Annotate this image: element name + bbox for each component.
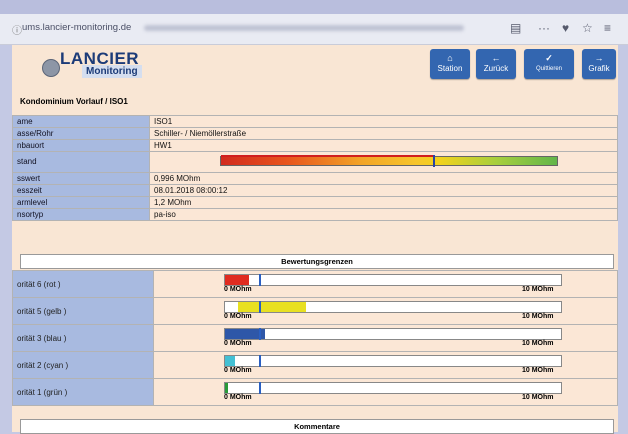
- browser-address-bar[interactable]: ⓘ ums.lancier-monitoring.de ▤ ··· ♥ ☆ ≡: [0, 14, 628, 45]
- back-button-label: Zurück: [483, 64, 509, 73]
- priority-fill: [225, 275, 249, 285]
- gauge-max-label: 10 MOhm: [522, 313, 554, 320]
- zustand-cell: [149, 151, 618, 173]
- logo-circle-icon: [42, 59, 60, 77]
- gauge-max-label: 10 MOhm: [522, 340, 554, 347]
- priority-row: orität 3 (blau ) 0 MOhm 10 MOhm: [12, 324, 618, 352]
- priority-label: orität 3 (blau ): [12, 324, 154, 352]
- priority-row: orität 6 (rot ) 0 MOhm 10 MOhm: [12, 270, 618, 298]
- info-key: nbauort: [12, 139, 150, 152]
- info-key: nsortyp: [12, 208, 150, 221]
- home-icon: ⌂: [447, 53, 453, 63]
- priority-fill: [225, 356, 236, 366]
- table-row: nbauort HW1: [12, 139, 618, 152]
- arrow-right-icon: →: [594, 53, 604, 63]
- gauge-max-label: 10 MOhm: [522, 367, 554, 374]
- info-key: sswert: [12, 172, 150, 185]
- gauge-max-label: 10 MOhm: [522, 286, 554, 293]
- table-row: ame ISO1: [12, 115, 618, 128]
- priority-gauge: [224, 328, 562, 340]
- table-row: stand: [12, 151, 618, 173]
- info-key: ame: [12, 115, 150, 128]
- check-icon: ✓: [545, 53, 553, 63]
- priority-label: orität 1 (grün ): [12, 378, 154, 406]
- table-row: esszeit 08.01.2018 08:00:12: [12, 184, 618, 197]
- zustand-marker: [432, 155, 435, 167]
- limits-section-header: Bewertungsgrenzen: [20, 254, 614, 269]
- priority-row: orität 5 (gelb ) 0 MOhm 10 MOhm: [12, 297, 618, 325]
- info-value: 08.01.2018 08:00:12: [149, 184, 618, 197]
- gauge-marker: [259, 382, 261, 394]
- graph-button[interactable]: → Grafik: [582, 49, 616, 79]
- info-value: ISO1: [149, 115, 618, 128]
- gauge-min-label: 0 MOhm: [224, 340, 252, 347]
- priority-fill: [225, 383, 229, 393]
- priority-gauge-cell: 0 MOhm 10 MOhm: [153, 270, 618, 298]
- info-table: ame ISO1 asse/Rohr Schiller- / Niemöllerst…: [12, 115, 618, 221]
- priority-row: orität 1 (grün ) 0 MOhm 10 MOhm: [12, 378, 618, 406]
- browser-top-strip: [0, 0, 628, 14]
- gauge-marker: [259, 355, 261, 367]
- zustand-gauge: [220, 155, 558, 167]
- acknowledge-button-label: Quittieren: [535, 66, 562, 72]
- gauge-min-label: 0 MOhm: [224, 367, 252, 374]
- table-row: asse/Rohr Schiller- / Niemöllerstraße: [12, 127, 618, 140]
- breadcrumb: Kondominium Vorlauf / ISO1: [20, 97, 128, 106]
- priority-gauge-cell: 0 MOhm 10 MOhm: [153, 297, 618, 325]
- page-content: LANCIER Monitoring ⌂ Station ← Zurück ✓ …: [12, 45, 618, 434]
- lancier-logo: LANCIER Monitoring: [42, 49, 172, 80]
- gauge-max-label: 10 MOhm: [522, 394, 554, 401]
- url-text[interactable]: ums.lancier-monitoring.de: [22, 22, 131, 33]
- table-row: armlevel 1,2 MOhm: [12, 196, 618, 209]
- table-row: nsortyp pa-iso: [12, 208, 618, 221]
- arrow-left-icon: ←: [491, 53, 501, 63]
- priority-row: orität 2 (cyan ) 0 MOhm 10 MOhm: [12, 351, 618, 379]
- priority-gauge: [224, 274, 562, 286]
- info-key: esszeit: [12, 184, 150, 197]
- more-icon[interactable]: ···: [538, 21, 550, 35]
- priority-gauge: [224, 382, 562, 394]
- priority-label: orität 6 (rot ): [12, 270, 154, 298]
- gauge-min-label: 0 MOhm: [224, 394, 252, 401]
- gauge-min-label: 0 MOhm: [224, 286, 252, 293]
- acknowledge-button[interactable]: ✓ Quittieren: [524, 49, 574, 79]
- priority-gauge: [224, 355, 562, 367]
- priority-gauge: [224, 301, 562, 313]
- gauge-marker: [259, 274, 261, 286]
- pocket-icon[interactable]: ♥: [562, 21, 569, 35]
- station-button[interactable]: ⌂ Station: [430, 49, 470, 79]
- info-key: stand: [12, 151, 150, 173]
- priority-table: orität 6 (rot ) 0 MOhm 10 MOhm orität 5 …: [12, 270, 618, 406]
- info-value: HW1: [149, 139, 618, 152]
- gauge-min-label: 0 MOhm: [224, 313, 252, 320]
- info-value: Schiller- / Niemöllerstraße: [149, 127, 618, 140]
- page-info-icon[interactable]: ⓘ: [12, 22, 22, 37]
- info-value: 1,2 MOhm: [149, 196, 618, 209]
- station-button-label: Station: [437, 64, 463, 73]
- priority-label: orität 2 (cyan ): [12, 351, 154, 379]
- info-key: asse/Rohr: [12, 127, 150, 140]
- priority-gauge-cell: 0 MOhm 10 MOhm: [153, 324, 618, 352]
- menu-icon[interactable]: ≡: [604, 21, 611, 35]
- bookmark-star-icon[interactable]: ☆: [582, 21, 593, 35]
- graph-button-label: Grafik: [588, 64, 610, 73]
- back-button[interactable]: ← Zurück: [476, 49, 516, 79]
- info-key: armlevel: [12, 196, 150, 209]
- table-row: sswert 0,996 MOhm: [12, 172, 618, 185]
- logo-subtitle: Monitoring: [82, 65, 142, 78]
- gauge-marker: [259, 301, 261, 313]
- info-value: pa-iso: [149, 208, 618, 221]
- zustand-level-line: [221, 155, 433, 157]
- priority-gauge-cell: 0 MOhm 10 MOhm: [153, 378, 618, 406]
- gauge-marker: [259, 328, 261, 340]
- reader-view-icon[interactable]: ▤: [510, 21, 521, 35]
- priority-label: orität 5 (gelb ): [12, 297, 154, 325]
- info-value: 0,996 MOhm: [149, 172, 618, 185]
- priority-gauge-cell: 0 MOhm 10 MOhm: [153, 351, 618, 379]
- url-path-blurred: [144, 25, 464, 31]
- priority-fill: [238, 302, 306, 312]
